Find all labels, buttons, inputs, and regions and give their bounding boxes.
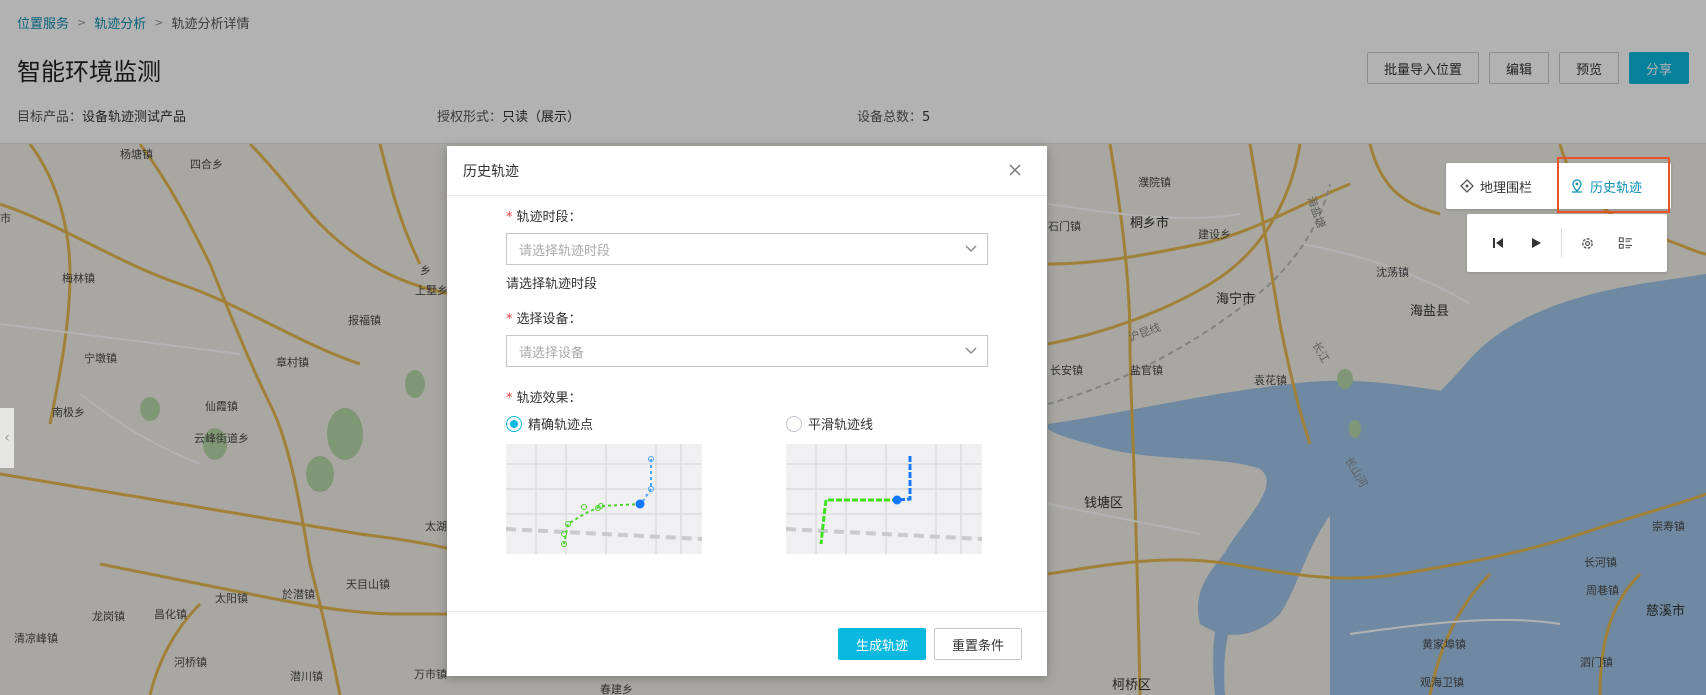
divider bbox=[1561, 228, 1562, 258]
trajectory-form: * 轨迹时段： 请选择轨迹时段 请选择轨迹时段 * 选择设备： 请选择设备 * 轨迹效… bbox=[506, 206, 988, 554]
skip-to-start-button[interactable] bbox=[1479, 224, 1517, 262]
device-placeholder: 请选择设备 bbox=[519, 345, 585, 361]
device-select[interactable]: 请选择设备 bbox=[506, 335, 988, 367]
dialog-actions: 生成轨迹 重置条件 bbox=[838, 628, 1022, 660]
generate-trajectory-button[interactable]: 生成轨迹 bbox=[838, 628, 926, 660]
label-text: 轨迹时段： bbox=[516, 210, 582, 225]
radio-label: 平滑轨迹线 bbox=[808, 418, 874, 433]
skip-to-start-icon bbox=[1493, 238, 1503, 248]
period-select[interactable]: 请选择轨迹时段 bbox=[506, 233, 988, 265]
device-label: * 选择设备： bbox=[506, 312, 582, 327]
radio-precise-points[interactable]: 精确轨迹点 bbox=[506, 414, 593, 433]
radio-label: 精确轨迹点 bbox=[528, 418, 594, 433]
highlight-box bbox=[1557, 157, 1670, 213]
period-label: * 轨迹时段： bbox=[506, 210, 582, 225]
dialog-title: 历史轨迹 bbox=[463, 163, 519, 180]
chevron-left-icon[interactable]: ‹ bbox=[0, 408, 14, 468]
radio-smooth-line[interactable]: 平滑轨迹线 bbox=[786, 414, 873, 433]
settings-button[interactable] bbox=[1568, 224, 1606, 262]
label-text: 选择设备： bbox=[516, 312, 582, 327]
close-icon[interactable] bbox=[1005, 160, 1025, 180]
play-icon bbox=[1532, 238, 1541, 248]
trajectory-player bbox=[1467, 214, 1667, 272]
precise-points-preview-image bbox=[506, 444, 702, 554]
label-text: 轨迹效果： bbox=[516, 391, 582, 406]
reset-conditions-button[interactable]: 重置条件 bbox=[934, 628, 1022, 660]
history-trajectory-dialog: 历史轨迹 * 轨迹时段： 请选择轨迹时段 请选择轨迹时段 * 选择设备： 请选择设备… bbox=[447, 146, 1047, 676]
effect-label: * 轨迹效果： bbox=[506, 391, 582, 406]
list-icon bbox=[1618, 236, 1632, 249]
radio-dot bbox=[786, 415, 802, 432]
settings-icon bbox=[1581, 237, 1593, 249]
geofence-icon bbox=[1460, 179, 1474, 193]
chevron-down-icon bbox=[965, 245, 977, 252]
list-button[interactable] bbox=[1606, 224, 1644, 262]
tab-label: 地理围栏 bbox=[1480, 180, 1533, 196]
effect-previews bbox=[506, 444, 988, 554]
period-placeholder: 请选择轨迹时段 bbox=[519, 243, 611, 259]
tab-geofence[interactable]: 地理围栏 bbox=[1446, 163, 1552, 209]
effect-radio-group: 精确轨迹点 平滑轨迹线 bbox=[506, 414, 988, 434]
period-hint: 请选择轨迹时段 bbox=[506, 277, 598, 292]
radio-dot bbox=[506, 415, 522, 432]
smooth-line-preview-image bbox=[786, 444, 982, 554]
dialog-header: 历史轨迹 bbox=[447, 146, 1047, 196]
dialog-footer: 生成轨迹 重置条件 bbox=[447, 611, 1047, 676]
chevron-down-icon bbox=[965, 347, 977, 354]
play-button[interactable] bbox=[1517, 224, 1555, 262]
